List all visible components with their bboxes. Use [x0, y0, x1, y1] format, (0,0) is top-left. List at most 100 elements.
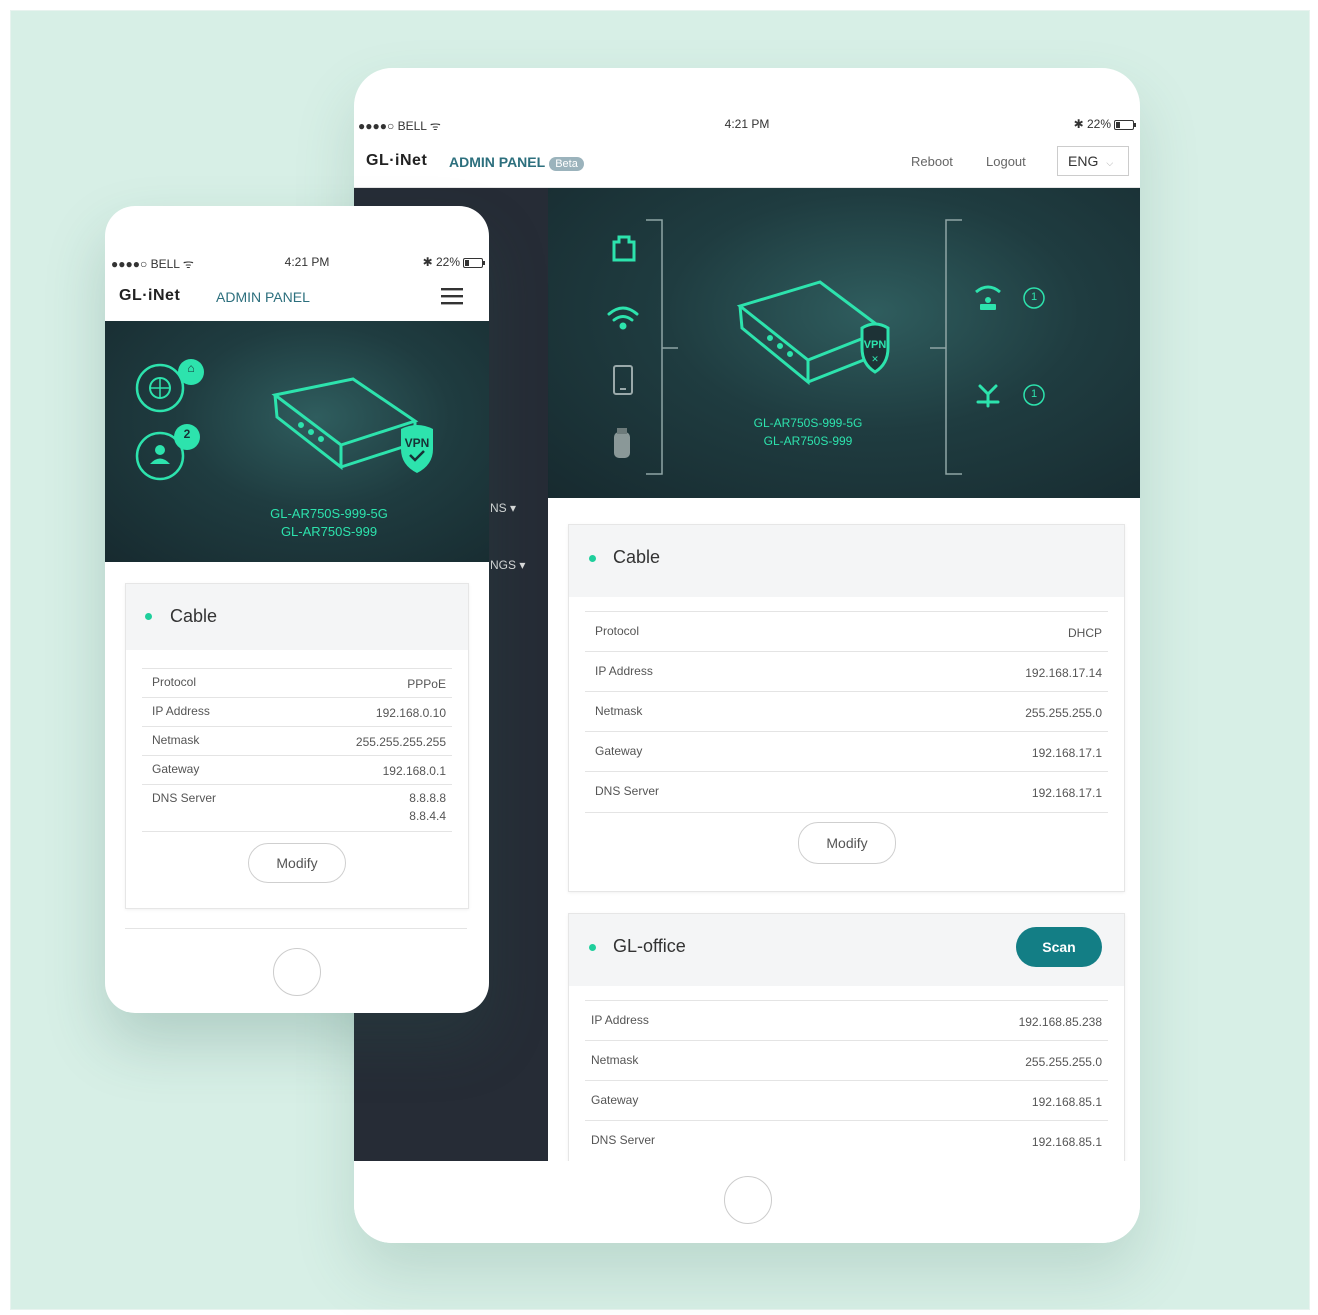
tablet-cable-card: Cable Protocol DHCP IP Address 192.168.17.…	[568, 524, 1125, 892]
modify-button[interactable]: Modify	[798, 822, 896, 864]
battery-label: ✱ 22%	[1073, 117, 1111, 131]
battery-icon	[1114, 119, 1136, 130]
cable-card-header: Cable	[126, 584, 468, 650]
beta-badge: Beta	[549, 157, 584, 171]
router-badge: ⌂	[187, 361, 195, 375]
row-value: 192.168.85.1	[1031, 1135, 1102, 1149]
row-label: IP Address	[591, 1013, 649, 1027]
table-row: DNS Server 192.168.17.1	[585, 771, 1108, 813]
row-label: IP Address	[152, 704, 210, 718]
row-label: Protocol	[152, 675, 197, 689]
home-button[interactable]	[273, 948, 321, 996]
table-row: DNS Server 192.168.85.1	[585, 1120, 1108, 1161]
device-name-block: GL-AR750S-999-5G GL-AR750S-999	[708, 414, 908, 450]
table-row: Netmask 255.255.255.255	[142, 726, 452, 756]
tablet-header: GL·iNet ADMIN PANEL Beta Reboot Logout EN…	[354, 134, 1140, 188]
row-value: 192.168.85.1	[1031, 1095, 1102, 1109]
svg-text:✕: ✕	[871, 354, 879, 364]
device-name-2g: GL-AR750S-999	[763, 434, 853, 448]
phone-status-bar: ●●●●○ BELL ᯤ 4:21 PM ✱ 22%	[105, 252, 489, 272]
next-card-edge	[125, 928, 467, 929]
row-label: Gateway	[591, 1093, 639, 1107]
dns-primary: 8.8.8.8	[409, 791, 446, 805]
dns-secondary: 8.8.4.4	[409, 809, 446, 823]
table-row: Protocol DHCP	[585, 611, 1108, 652]
reboot-link[interactable]: Reboot	[911, 154, 953, 169]
svg-text:VPN: VPN	[405, 436, 430, 450]
wifi-repeater-icon[interactable]	[975, 285, 1001, 310]
device-name-5g: GL-AR750S-999-5G	[270, 506, 388, 521]
table-row: IP Address 192.168.85.238	[585, 1000, 1108, 1041]
wifi-icon[interactable]	[607, 306, 639, 330]
row-value: DHCP	[1067, 626, 1102, 640]
gl-inet-logo[interactable]: GL·iNet	[119, 287, 180, 305]
device-name-5g: GL-AR750S-999-5G	[753, 416, 863, 430]
row-label: Protocol	[595, 624, 640, 638]
sidebar-item-partial-1[interactable]: NS ▾	[490, 501, 516, 515]
row-label: DNS Server	[595, 784, 660, 798]
home-button[interactable]	[724, 1176, 772, 1224]
vpn-shield-icon[interactable]: VPN	[401, 425, 433, 473]
row-value: 192.168.17.14	[1025, 666, 1102, 680]
row-label: Netmask	[152, 733, 200, 747]
clock: 4:21 PM	[724, 117, 770, 131]
row-value: PPPoE	[407, 677, 446, 691]
language-value: ENG	[1068, 153, 1099, 169]
phone-network-hero: VPN ⌂ 2 GL-AR750S-999-5G GL-AR750S-999	[105, 321, 489, 562]
logo-text-right: iNet	[395, 152, 428, 169]
row-label: Gateway	[595, 744, 643, 758]
row-value: 192.168.85.238	[1018, 1015, 1102, 1029]
device-name-block: GL-AR750S-999-5G GL-AR750S-999	[229, 505, 429, 541]
sidebar-item-partial-2[interactable]: NGS ▾	[490, 558, 525, 572]
table-row: Gateway 192.168.0.1	[142, 755, 452, 785]
phone-icon[interactable]	[613, 365, 633, 395]
wifi-card-title: GL-office	[613, 936, 686, 956]
chevron-down-icon: ⌵	[1106, 158, 1114, 168]
logout-link[interactable]: Logout	[986, 154, 1026, 169]
cable-card-title: Cable	[613, 547, 661, 567]
table-row: Netmask 255.255.255.0	[585, 1040, 1108, 1081]
client-count-2: 1	[1030, 388, 1038, 400]
table-row: Gateway 192.168.17.1	[585, 731, 1108, 772]
ethernet-icon[interactable]	[612, 235, 636, 262]
logo-text-right: iNet	[148, 287, 181, 304]
logo-text-left: GL·	[366, 152, 396, 169]
battery-indicator: ✱ 22%	[1073, 117, 1136, 131]
battery-indicator: ✱ 22%	[422, 255, 485, 269]
phone-cable-card: Cable Protocol PPPoE IP Address 192.168.0.…	[125, 583, 469, 909]
cable-card-title: Cable	[170, 606, 218, 626]
hamburger-menu-icon[interactable]	[441, 287, 463, 305]
row-value: 255.255.255.255	[355, 735, 446, 749]
row-label: Netmask	[591, 1053, 639, 1067]
row-label: Gateway	[152, 762, 200, 776]
tablet-network-hero: VPN ✕ 1 1 GL-AR750S-999-5G GL-AR750S-999	[548, 188, 1140, 498]
table-row: IP Address 192.168.0.10	[142, 697, 452, 727]
admin-panel-title: ADMIN PANEL	[216, 289, 310, 305]
language-select[interactable]: ENG ⌵	[1057, 146, 1129, 176]
row-value: 192.168.17.1	[1031, 746, 1102, 760]
gl-inet-logo[interactable]: GL·iNet	[366, 152, 427, 170]
client-count-1: 1	[1030, 291, 1038, 303]
vpn-shield-icon[interactable]: VPN ✕	[860, 322, 890, 374]
modify-button[interactable]: Modify	[248, 843, 346, 883]
table-row: DNS Server 8.8.8.8 8.8.4.4	[142, 784, 452, 832]
status-dot	[589, 944, 596, 951]
svg-text:VPN: VPN	[864, 339, 887, 351]
client-badge: 2	[183, 427, 191, 441]
device-name-2g: GL-AR750S-999	[280, 524, 378, 539]
cable-card-header: Cable	[569, 525, 1124, 597]
battery-label: ✱ 22%	[422, 255, 460, 269]
table-row: Netmask 255.255.255.0	[585, 691, 1108, 732]
usb-icon[interactable]	[614, 428, 630, 458]
globe-icon[interactable]	[135, 363, 185, 413]
logo-text-left: GL·	[119, 287, 149, 304]
router-icon	[271, 377, 419, 471]
tablet-status-bar: ●●●●○ BELL ᯤ 4:21 PM ✱ 22%	[354, 114, 1140, 134]
antenna-icon[interactable]	[976, 384, 1000, 408]
row-value-multi: 8.8.8.8 8.8.4.4	[409, 789, 446, 825]
row-value: 255.255.255.0	[1025, 706, 1102, 720]
scan-button[interactable]: Scan	[1016, 927, 1102, 967]
row-value: 192.168.0.1	[382, 764, 446, 778]
table-row: IP Address 192.168.17.14	[585, 651, 1108, 692]
status-dot	[145, 613, 152, 620]
